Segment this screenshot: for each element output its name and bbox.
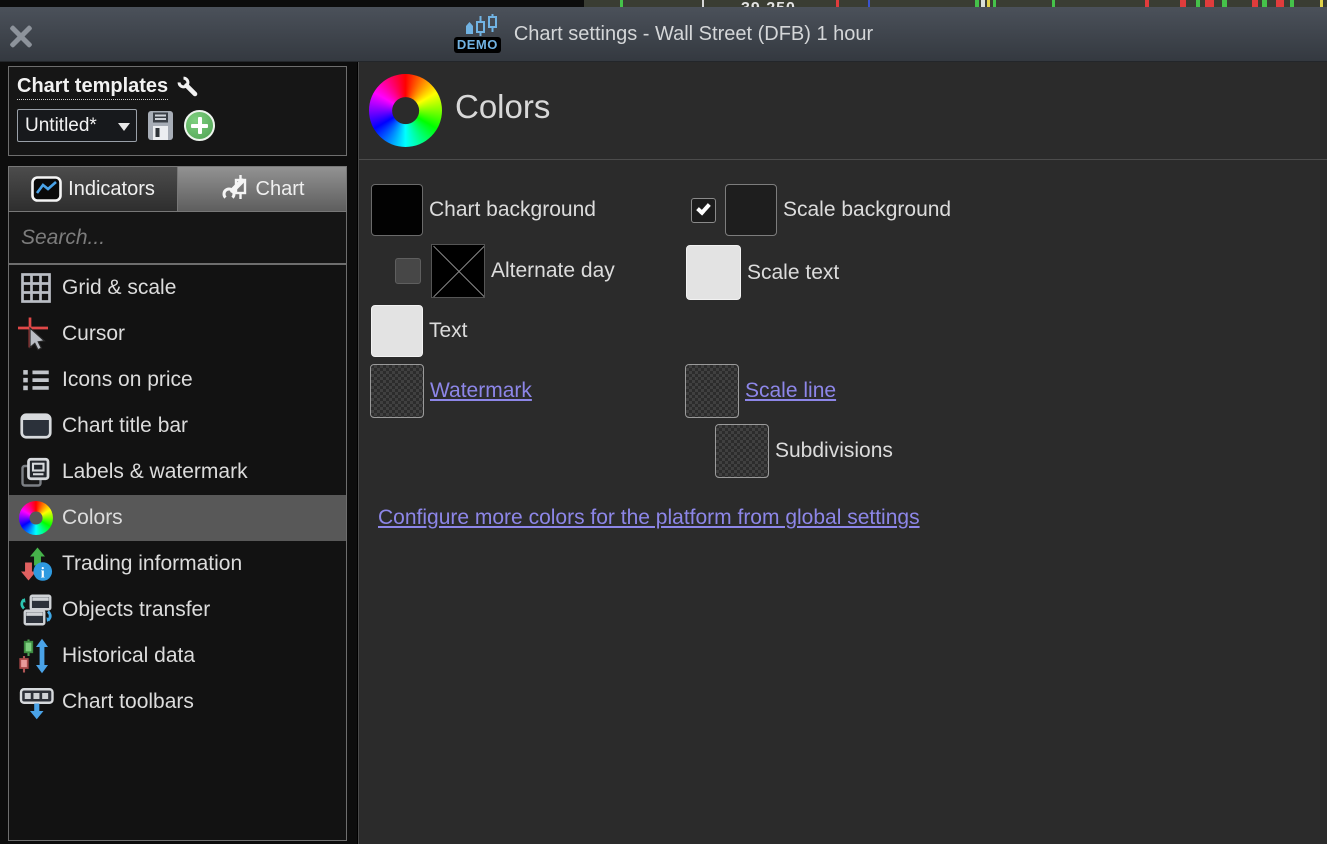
search-input[interactable] <box>9 226 346 250</box>
sidebar-item-label: Chart title bar <box>62 414 188 438</box>
dialog-title: Chart settings - Wall Street (DFB) 1 hou… <box>514 23 873 46</box>
sidebar-item-historical-data[interactable]: Historical data <box>9 633 346 679</box>
sidebar-item-label: Colors <box>62 506 123 530</box>
sidebar-item-label: Chart toolbars <box>62 690 194 714</box>
sidebar-item-label: Trading information <box>62 552 242 576</box>
floppy-disk-icon <box>147 110 174 141</box>
global-settings-link[interactable]: Configure more colors for the platform f… <box>378 506 920 529</box>
scale-text-swatch[interactable] <box>686 245 741 300</box>
subdivisions-row: Subdivisions <box>715 424 893 478</box>
chevron-down-icon <box>118 123 130 131</box>
scale-background-row: Scale background <box>691 184 951 236</box>
text-label: Text <box>429 319 468 343</box>
chart-background-row: Chart background <box>371 184 596 236</box>
settings-nav-list: Grid & scale Cursor <box>8 264 347 841</box>
background-chart-fragment: 39 250 <box>0 0 1327 7</box>
sidebar-item-chart-toolbars[interactable]: Chart toolbars <box>9 679 346 725</box>
scale-background-label: Scale background <box>783 198 951 222</box>
add-template-button[interactable] <box>184 110 215 141</box>
sidebar-item-label: Icons on price <box>62 368 193 392</box>
alternate-day-label: Alternate day <box>491 259 615 283</box>
tab-chart-label: Chart <box>256 178 305 201</box>
chart-background-swatch[interactable] <box>371 184 423 236</box>
title-bar-icon <box>17 407 55 445</box>
color-wheel-icon <box>17 499 55 537</box>
sidebar-item-objects-transfer[interactable]: Objects transfer <box>9 587 346 633</box>
text-row: Text <box>371 305 468 357</box>
scale-background-checkbox[interactable] <box>691 198 716 223</box>
demo-account-badge: DEMO <box>454 14 506 54</box>
search-box <box>8 212 347 264</box>
sidebar-item-label: Cursor <box>62 322 125 346</box>
cursor-crosshair-icon <box>17 315 55 353</box>
chart-toolbars-icon <box>17 683 55 721</box>
tab-chart[interactable]: Chart <box>177 166 347 212</box>
scale-line-link[interactable]: Scale line <box>745 379 836 403</box>
candlestick-logo-icon <box>464 14 498 36</box>
scale-background-swatch[interactable] <box>725 184 777 236</box>
tab-indicators[interactable]: Indicators <box>8 166 177 212</box>
template-select[interactable]: Untitled* <box>17 109 137 142</box>
chart-background-label: Chart background <box>429 198 596 222</box>
objects-transfer-icon <box>17 591 55 629</box>
historical-data-icon <box>17 637 55 675</box>
dialog-titlebar: DEMO Chart settings - Wall Street (DFB) … <box>0 7 1327 62</box>
scale-text-row: Scale text <box>686 245 839 300</box>
labels-watermark-icon <box>17 453 55 491</box>
subdivisions-swatch[interactable] <box>715 424 769 478</box>
sidebar-item-icons-on-price[interactable]: Icons on price <box>9 357 346 403</box>
sidebar-item-label: Objects transfer <box>62 598 210 622</box>
checkmark-icon <box>696 200 711 215</box>
sidebar-item-label: Grid & scale <box>62 276 176 300</box>
sidebar-item-grid-scale[interactable]: Grid & scale <box>9 265 346 311</box>
wrench-icon[interactable] <box>176 75 200 99</box>
sidebar-item-chart-title-bar[interactable]: Chart title bar <box>9 403 346 449</box>
alternate-day-checkbox[interactable] <box>395 258 421 284</box>
global-settings-row: Configure more colors for the platform f… <box>378 506 920 530</box>
text-swatch[interactable] <box>371 305 423 357</box>
watermark-link[interactable]: Watermark <box>430 379 532 403</box>
chart-templates-heading: Chart templates <box>17 75 168 100</box>
line-chart-icon <box>31 176 62 202</box>
demo-badge-label: DEMO <box>454 37 501 53</box>
sidebar-item-cursor[interactable]: Cursor <box>9 311 346 357</box>
template-select-value: Untitled* <box>25 115 97 137</box>
panel-title: Colors <box>455 88 550 126</box>
chart-templates-panel: Chart templates Untitled* <box>8 66 347 156</box>
colors-settings-panel: Colors Chart background Alternate day Te… <box>358 62 1327 844</box>
settings-sidebar: Chart templates Untitled* <box>0 62 357 844</box>
watermark-row: Watermark <box>370 364 532 418</box>
subdivisions-label: Subdivisions <box>775 439 893 463</box>
list-icon <box>17 361 55 399</box>
watermark-swatch[interactable] <box>370 364 424 418</box>
trading-info-icon: i <box>17 545 55 583</box>
alternate-day-row: Alternate day <box>395 244 615 298</box>
sidebar-item-labels-watermark[interactable]: Labels & watermark <box>9 449 346 495</box>
grid-icon <box>17 269 55 307</box>
svg-text:i: i <box>41 566 45 582</box>
sidebar-item-colors[interactable]: Colors <box>9 495 346 541</box>
scale-line-row: Scale line <box>685 364 836 418</box>
chart-wrench-icon <box>220 174 250 204</box>
sidebar-item-label: Labels & watermark <box>62 460 248 484</box>
chart-price-fragment: 39 250 <box>741 0 796 7</box>
sidebar-tabs: Indicators Chart <box>8 166 347 212</box>
tab-indicators-label: Indicators <box>68 178 155 201</box>
sidebar-item-label: Historical data <box>62 644 195 668</box>
scale-line-swatch[interactable] <box>685 364 739 418</box>
alternate-day-swatch[interactable] <box>431 244 485 298</box>
panel-header: Colors <box>359 62 1327 160</box>
save-template-button[interactable] <box>147 110 174 141</box>
color-wheel-icon <box>369 74 442 147</box>
scale-text-label: Scale text <box>747 261 839 285</box>
sidebar-item-trading-information[interactable]: i Trading information <box>9 541 346 587</box>
